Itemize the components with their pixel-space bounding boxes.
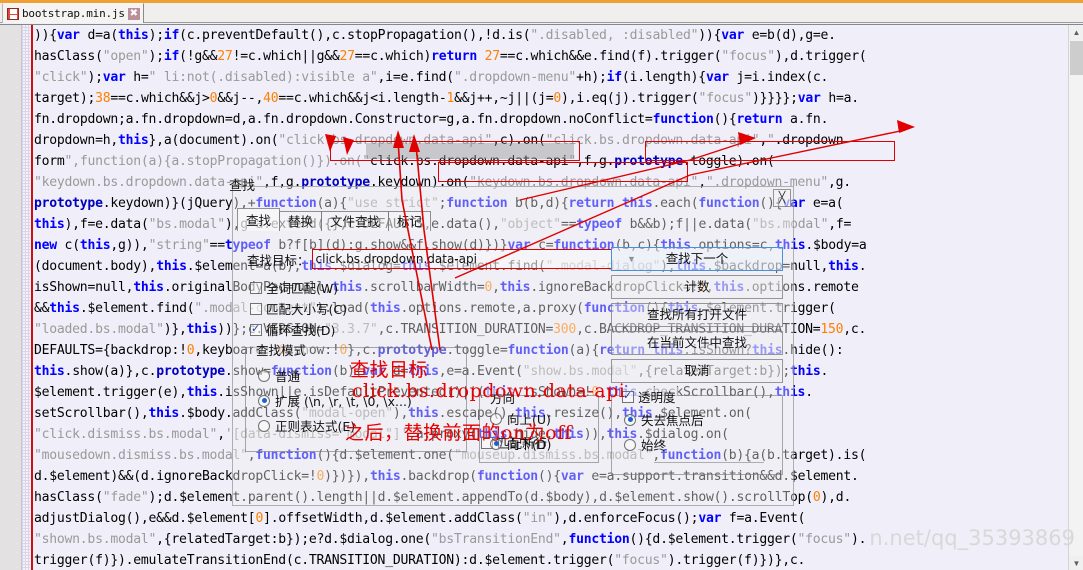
code-line: fn.dropdown;a.fn.dropdown=d,a.fn.dropdow… <box>34 112 829 127</box>
checkbox-label: 循环查找(D) <box>266 323 336 338</box>
scroll-down-icon[interactable]: ▼ <box>1069 556 1083 570</box>
code-line: trigger(f)}).emulateTransitionEnd(c.TRAN… <box>34 553 806 568</box>
search-mode-title: 查找模式 <box>253 340 310 359</box>
find-target-label: 查找目标： <box>247 252 310 268</box>
tab-find[interactable]: 查找 <box>237 208 281 231</box>
fold-margin <box>0 25 22 570</box>
radio-circle[interactable] <box>258 394 270 407</box>
code-line: )){var d=a(this);if(c.preventDefault(),c… <box>34 28 836 43</box>
transparency-group: 透明度 失去焦点后 始终 <box>611 387 783 475</box>
code-line: "click");var h=" li:not(.disabled):visib… <box>34 70 829 85</box>
tab-bar: bootstrap.min.js ✖ <box>0 3 1083 23</box>
watermark: n.net/qq_35393869 <box>869 526 1075 550</box>
radio-label: 失去焦点后 <box>641 413 704 428</box>
notepadpp-window: bootstrap.min.js ✖ )){var d=a(this);if(c… <box>0 0 1083 570</box>
transparency-title: 透明度 <box>638 390 676 405</box>
close-icon[interactable]: ╳ <box>773 189 791 207</box>
code-line: target);38==c.which&&j>0&&j--,40==c.whic… <box>34 91 859 106</box>
search-input[interactable]: click.bs.dropdown.data-api ▼ <box>311 249 636 269</box>
tab-find-in-files[interactable]: 文件查找 <box>321 211 390 231</box>
find-dialog-title: 查找 <box>229 179 256 194</box>
tab-label: bootstrap.min.js <box>22 7 125 20</box>
checkbox-box[interactable] <box>250 302 262 315</box>
transparency-slider[interactable] <box>654 462 764 463</box>
radio-circle[interactable] <box>258 419 270 432</box>
radio-mode-normal[interactable]: 普通 <box>258 366 300 385</box>
find-in-current-file-button[interactable]: 在当前文件中查找 <box>611 331 783 355</box>
radio-circle[interactable] <box>624 438 636 451</box>
radio-circle[interactable] <box>258 369 270 382</box>
code-line: form",function(a){a.stopPropagation()}).… <box>34 154 775 169</box>
vertical-scrollbar[interactable]: ▲ ▼ <box>1068 25 1083 570</box>
annotation-line-2: click.bs.dropdown.data-api <box>352 380 626 402</box>
radio-transparency-always[interactable]: 始终 <box>624 435 666 454</box>
checkbox-wrap-around[interactable]: 循环查找(D) <box>250 320 335 339</box>
edge-marker-line <box>31 25 33 570</box>
checkbox-box[interactable] <box>250 281 262 294</box>
radio-label: 正则表达式(E) <box>275 419 356 434</box>
tab-bootstrap-min-js[interactable]: bootstrap.min.js ✖ <box>2 3 144 23</box>
radio-label: 普通 <box>275 369 301 384</box>
find-dialog-tabs[interactable]: 查找 替换 文件查找 标记 <box>237 208 432 231</box>
find-dialog[interactable]: 查找 ╳ 查找 替换 文件查找 标记 查找目标： click.bs.dropdo… <box>229 179 794 506</box>
close-icon[interactable]: ✖ <box>127 7 140 20</box>
code-line: hasClass("open");if(!g&&27!=c.which||g&&… <box>34 49 867 64</box>
checkbox-match-case[interactable]: 匹配大小写(C) <box>250 299 347 318</box>
checkbox-whole-word[interactable]: 全词匹配(W) <box>250 278 338 297</box>
scroll-up-icon[interactable]: ▲ <box>1069 25 1083 40</box>
floppy-save-icon <box>7 7 19 20</box>
radio-circle[interactable] <box>624 413 636 426</box>
radio-mode-regex[interactable]: 正则表达式(E) <box>258 416 355 435</box>
search-input-value: click.bs.dropdown.data-api <box>315 252 477 266</box>
find-next-button[interactable]: 查找下一个 <box>611 247 783 271</box>
cancel-button[interactable]: 取消 <box>611 359 783 383</box>
checkbox-transparency[interactable]: 透明度 <box>620 387 678 406</box>
annotation-line-3: 之后，替换前面的on为off <box>345 422 573 444</box>
bookmark-margin <box>22 25 30 570</box>
checkbox-box[interactable] <box>250 322 262 336</box>
radio-transparency-on-blur[interactable]: 失去焦点后 <box>624 410 704 429</box>
tab-replace[interactable]: 替换 <box>279 211 323 231</box>
checkbox-label: 匹配大小写(C) <box>266 302 347 317</box>
find-all-open-files-button[interactable]: 查找所有打开文件 <box>611 303 783 327</box>
code-line: dropdown=h,this},a(document).on("click.b… <box>34 133 844 148</box>
scrollbar-thumb[interactable] <box>1070 41 1083 75</box>
annotation-line-1: 查找目标 <box>350 359 429 381</box>
checkbox-label: 全词匹配(W) <box>266 281 339 296</box>
radio-label: 始终 <box>641 438 667 453</box>
count-button[interactable]: 计数 <box>611 275 783 299</box>
tab-mark[interactable]: 标记 <box>388 211 432 231</box>
